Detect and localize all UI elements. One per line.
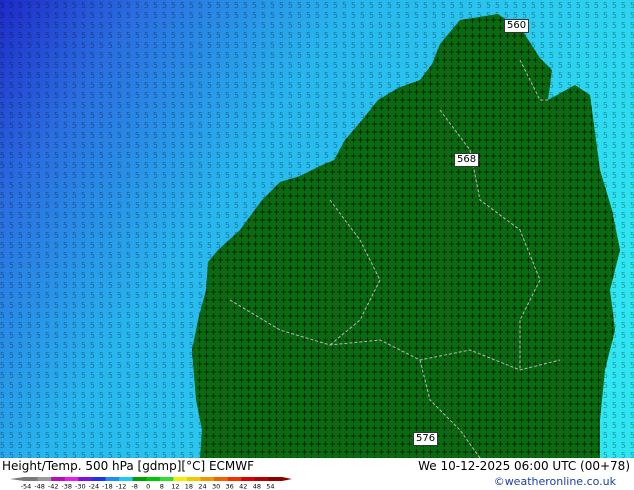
colorbar-tick-label: 8 — [160, 483, 164, 490]
colorbar-tick-label: -18 — [102, 483, 113, 490]
contour-label-568: 568 — [454, 153, 480, 167]
colorbar-swatch — [200, 477, 215, 481]
map-footer: Height/Temp. 500 hPa [gdmp][°C] ECMWF We… — [0, 458, 634, 490]
colorbar-tick-label: -42 — [48, 483, 59, 490]
colorbar-swatch — [51, 477, 66, 481]
colorbar-swatch — [78, 477, 93, 481]
colorbar-tick-label: -24 — [89, 483, 100, 490]
colorbar-tick-label: 0 — [146, 483, 150, 490]
colorbar-swatch — [37, 477, 52, 481]
colorbar-tick-label: 30 — [212, 483, 220, 490]
map-valid-time: We 10-12-2025 06:00 UTC (00+78) — [418, 459, 630, 473]
colorbar-swatch — [146, 477, 161, 481]
colorbar-arrow-low — [10, 477, 24, 481]
weather-map: 5 — [0, 0, 634, 458]
map-title: Height/Temp. 500 hPa [gdmp][°C] ECMWF — [2, 459, 255, 473]
colorbar-tick-label: -8 — [131, 483, 137, 490]
map-stage: 5 560 568 576 Height/Temp. 500 hPa [gdmp… — [0, 0, 634, 490]
temperature-colorbar: -54 -48 -42 -38 -30 -24 -18 -12 -8 0 8 12 18 24 30 36 42… — [10, 477, 292, 490]
colorbar-tick-label: 42 — [239, 483, 247, 490]
colorbar-tick-label: 36 — [226, 483, 234, 490]
colorbar-swatch — [105, 477, 120, 481]
colorbar-tick-label: -54 — [21, 483, 32, 490]
colorbar-tick-label: 24 — [198, 483, 206, 490]
colorbar-arrow-high — [282, 477, 292, 481]
colorbar-swatch — [159, 477, 174, 481]
colorbar-tick-label: 18 — [185, 483, 193, 490]
colorbar-swatch — [227, 477, 242, 481]
colorbar-swatch — [132, 477, 147, 481]
colorbar-swatch — [119, 477, 134, 481]
colorbar-swatch — [186, 477, 202, 481]
colorbar-tick-label: -38 — [61, 483, 72, 490]
colorbar-tick-label: 48 — [253, 483, 261, 490]
contour-label-576: 576 — [413, 432, 439, 446]
colorbar-tick-label: 12 — [171, 483, 179, 490]
colorbar-tick-label: 54 — [266, 483, 274, 490]
colorbar-tick-label: -12 — [116, 483, 127, 490]
contour-label-560: 560 — [504, 19, 530, 33]
colorbar-swatch — [214, 477, 229, 481]
colorbar-tick-label: -48 — [34, 483, 45, 490]
colorbar-swatch — [268, 477, 283, 481]
colorbar-swatch — [91, 477, 106, 481]
colorbar-swatch — [254, 477, 269, 481]
colorbar-swatch — [24, 477, 39, 481]
colorbar-swatch — [64, 477, 79, 481]
credit-link[interactable]: ©weatheronline.co.uk — [494, 475, 616, 488]
colorbar-swatch — [173, 477, 188, 481]
colorbar-swatch — [241, 477, 256, 481]
colorbar-tick-label: -30 — [75, 483, 86, 490]
